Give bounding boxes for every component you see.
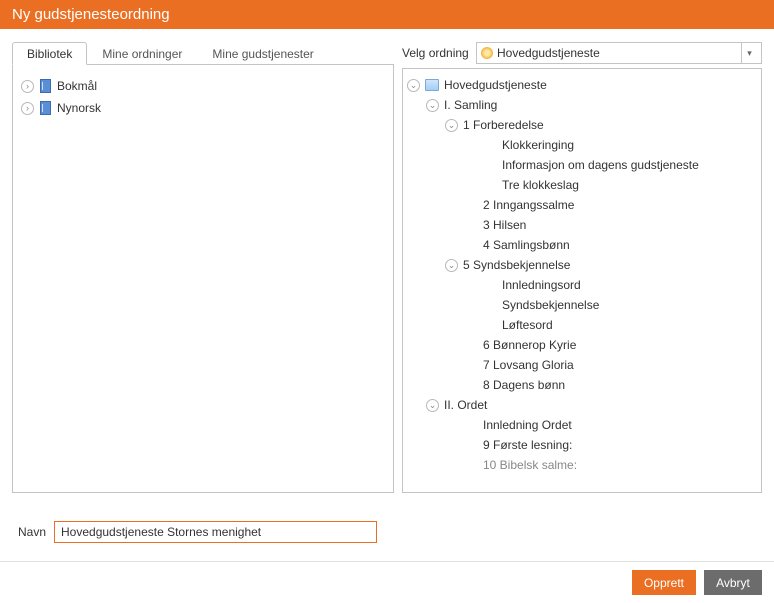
tree-node-label: 5 Syndsbekjennelse (463, 255, 570, 275)
tree-node[interactable]: ⌄ I. Samling (407, 95, 757, 115)
opprett-button[interactable]: Opprett (632, 570, 696, 595)
tree-node[interactable]: 6 Bønnerop Kyrie (407, 335, 757, 355)
tree-node-label: 4 Samlingsbønn (483, 235, 570, 255)
tree-node[interactable]: 2 Inngangssalme (407, 195, 757, 215)
chevron-down-icon[interactable]: ⌄ (407, 79, 420, 92)
tree-node[interactable]: Syndsbekjennelse (407, 295, 757, 315)
tree-node-label: 9 Første lesning: (483, 435, 572, 455)
tree-node-label: I. Samling (444, 95, 497, 115)
tree-node[interactable]: 10 Bibelsk salme: (407, 455, 757, 475)
tree-node-label: Hovedgudstjeneste (444, 75, 547, 95)
tree-node-label: 6 Bønnerop Kyrie (483, 335, 576, 355)
velg-ordning-label: Velg ordning (402, 46, 470, 60)
tree-node-label: Syndsbekjennelse (502, 295, 599, 315)
sun-icon (481, 47, 493, 59)
tree-node-label: Informasjon om dagens gudstjeneste (502, 155, 699, 175)
tree-node[interactable]: Klokkeringing (407, 135, 757, 155)
tree-node[interactable]: Løftesord (407, 315, 757, 335)
library-panel: › Bokmål › Nynorsk (12, 65, 394, 493)
tree-node-label: Tre klokkeslag (502, 175, 579, 195)
tree-node-label: Løftesord (502, 315, 553, 335)
library-tabs: Bibliotek Mine ordninger Mine gudstjenes… (12, 41, 394, 65)
book-icon (40, 79, 51, 93)
chevron-down-icon[interactable]: ⌄ (426, 99, 439, 112)
library-row-label: Bokmål (57, 77, 97, 95)
tree-node-label: 8 Dagens bønn (483, 375, 565, 395)
dialog-footer: Opprett Avbryt (0, 561, 774, 603)
chevron-down-icon[interactable]: ⌄ (445, 259, 458, 272)
tree-node[interactable]: Innledningsord (407, 275, 757, 295)
tree-node[interactable]: 4 Samlingsbønn (407, 235, 757, 255)
navn-label: Navn (18, 525, 46, 539)
tree-node-label: Innledningsord (502, 275, 581, 295)
chevron-down-icon[interactable]: ▾ (741, 43, 757, 63)
avbryt-button[interactable]: Avbryt (704, 570, 762, 595)
folder-icon (425, 79, 439, 91)
tree-node[interactable]: Tre klokkeslag (407, 175, 757, 195)
tree-node-label: II. Ordet (444, 395, 487, 415)
tree-node-label: 2 Inngangssalme (483, 195, 574, 215)
title-bar: Ny gudstjenesteordning (0, 0, 774, 29)
tree-node-label: 7 Lovsang Gloria (483, 355, 574, 375)
tree-node[interactable]: 9 Første lesning: (407, 435, 757, 455)
chevron-down-icon[interactable]: ⌄ (426, 399, 439, 412)
ordning-dropdown[interactable]: Hovedgudstjeneste ▾ (476, 42, 762, 64)
ordning-tree-scroll[interactable]: ⌄ Hovedgudstjeneste ⌄ I. Samling ⌄ 1 Forbered… (403, 69, 761, 492)
tree-node[interactable]: Informasjon om dagens gudstjeneste (407, 155, 757, 175)
navn-input[interactable] (54, 521, 377, 543)
ordning-tree: ⌄ Hovedgudstjeneste ⌄ I. Samling ⌄ 1 Forbered… (402, 68, 762, 493)
tree-node[interactable]: ⌄ II. Ordet (407, 395, 757, 415)
tree-node[interactable]: Innledning Ordet (407, 415, 757, 435)
tree-node-label: Klokkeringing (502, 135, 574, 155)
book-icon (40, 101, 51, 115)
tree-node-label: 10 Bibelsk salme: (483, 455, 577, 475)
tab-mine-ordninger[interactable]: Mine ordninger (87, 42, 197, 65)
tree-node[interactable]: 8 Dagens bønn (407, 375, 757, 395)
window-title: Ny gudstjenesteordning (12, 6, 170, 23)
tree-node[interactable]: ⌄ 5 Syndsbekjennelse (407, 255, 757, 275)
ordning-selected: Hovedgudstjeneste (497, 46, 737, 60)
library-row-label: Nynorsk (57, 99, 101, 117)
chevron-down-icon[interactable]: ⌄ (445, 119, 458, 132)
chevron-right-icon[interactable]: › (21, 102, 34, 115)
tree-node-label: 1 Forberedelse (463, 115, 544, 135)
tree-node[interactable]: ⌄ Hovedgudstjeneste (407, 75, 757, 95)
tree-node[interactable]: 3 Hilsen (407, 215, 757, 235)
library-row-nynorsk[interactable]: › Nynorsk (21, 97, 385, 119)
tree-node[interactable]: ⌄ 1 Forberedelse (407, 115, 757, 135)
tab-mine-gudstjenester[interactable]: Mine gudstjenester (197, 42, 328, 65)
library-row-bokmal[interactable]: › Bokmål (21, 75, 385, 97)
tree-node[interactable]: 7 Lovsang Gloria (407, 355, 757, 375)
chevron-right-icon[interactable]: › (21, 80, 34, 93)
tree-node-label: 3 Hilsen (483, 215, 526, 235)
tab-bibliotek[interactable]: Bibliotek (12, 42, 87, 65)
tree-node-label: Innledning Ordet (483, 415, 572, 435)
